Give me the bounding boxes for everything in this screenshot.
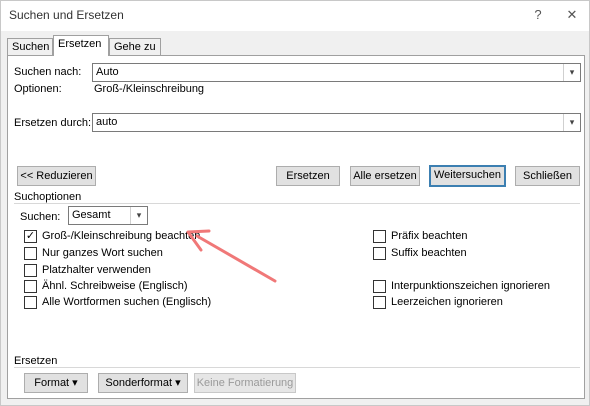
arrow-shaft [195, 234, 277, 283]
tab-ersetzen[interactable]: Ersetzen [53, 35, 109, 56]
tab-label: Ersetzen [58, 38, 102, 50]
annotation-arrow [186, 229, 277, 283]
find-replace-dialog: Suchen und Ersetzen ? ✕ Suchen Ersetzen … [0, 0, 590, 406]
